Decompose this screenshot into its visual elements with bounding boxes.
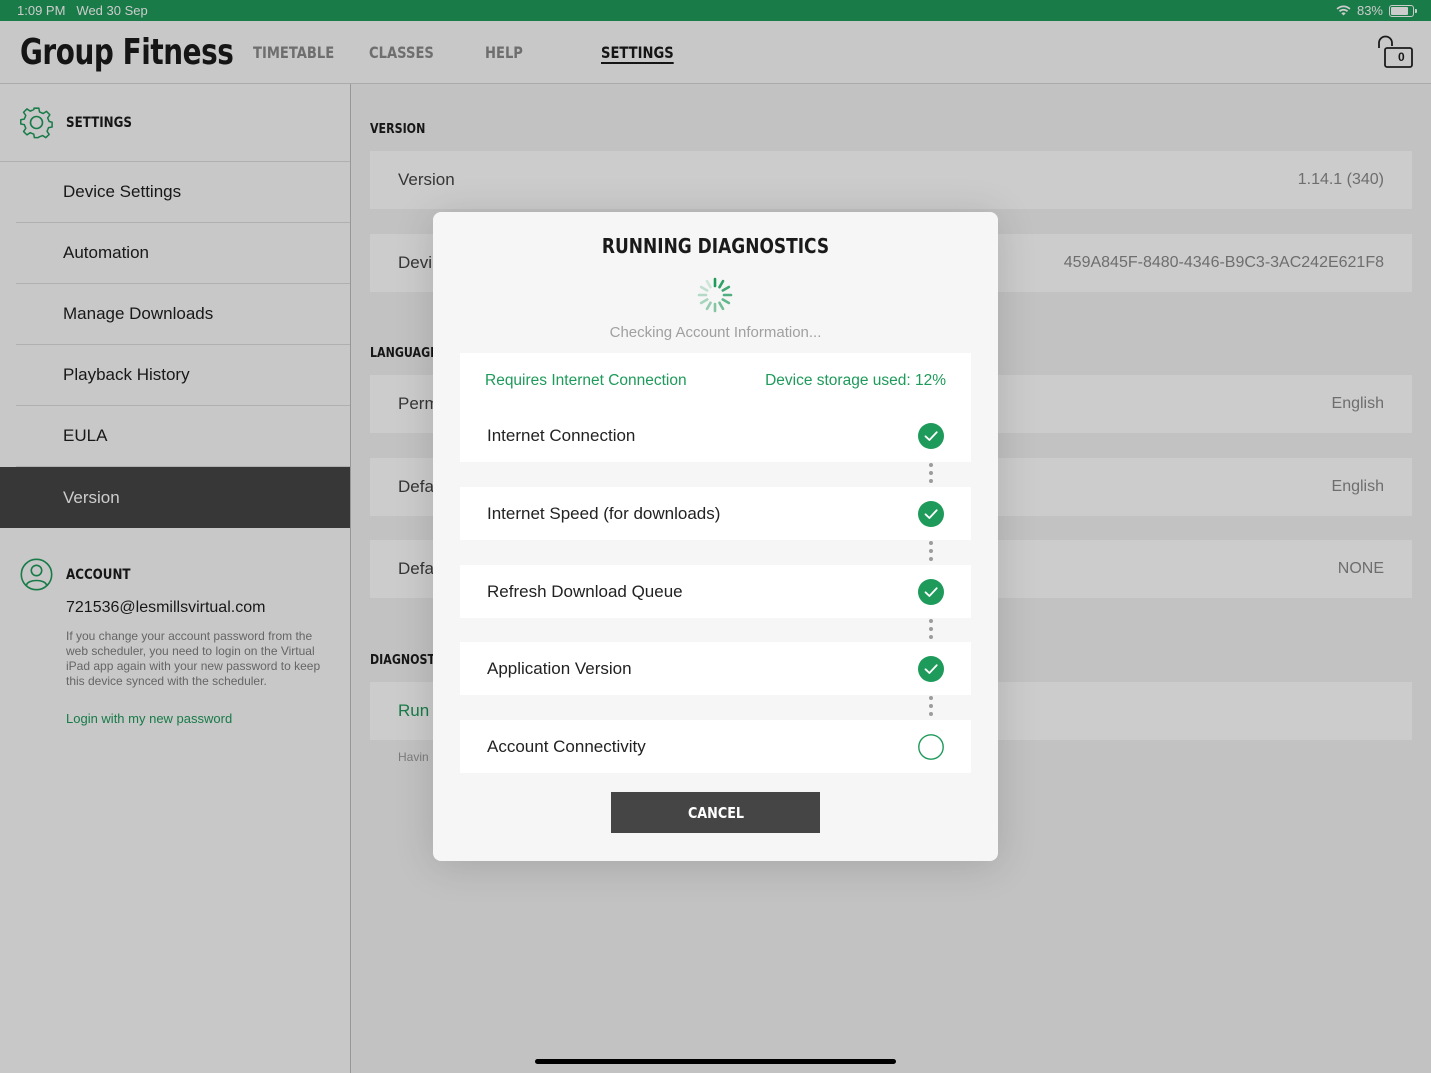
check-label: Internet Connection bbox=[487, 425, 636, 445]
connector-dots bbox=[928, 619, 934, 643]
check-label: Application Version bbox=[487, 658, 632, 678]
check-complete-icon bbox=[918, 422, 944, 449]
check-row-internet-speed: Internet Speed (for downloads) bbox=[460, 487, 971, 540]
check-row-internet-connection: Internet Connection bbox=[460, 409, 971, 462]
check-row-account-connectivity: Account Connectivity bbox=[460, 720, 971, 773]
diagnostics-modal: RUNNING DIAGNOSTICS Checking Account Inf… bbox=[433, 212, 998, 861]
loading-spinner-icon bbox=[697, 277, 733, 313]
check-pending-icon bbox=[918, 733, 944, 760]
check-row-refresh-download-queue: Refresh Download Queue bbox=[460, 565, 971, 618]
connector-dots bbox=[928, 696, 934, 720]
home-indicator bbox=[535, 1059, 896, 1064]
requires-internet-text: Requires Internet Connection bbox=[485, 372, 687, 389]
storage-used-text: Device storage used: 12% bbox=[765, 372, 946, 389]
check-complete-icon bbox=[918, 500, 944, 527]
cancel-button[interactable]: CANCEL bbox=[611, 792, 820, 833]
connector-dots bbox=[928, 463, 934, 487]
diagnostics-status-text: Checking Account Information... bbox=[609, 324, 822, 341]
modal-title: RUNNING DIAGNOSTICS bbox=[601, 234, 830, 258]
diagnostics-check-list[interactable]: Internet Connection Internet Speed (for … bbox=[460, 409, 971, 773]
cancel-button-label: CANCEL bbox=[687, 803, 744, 822]
check-label: Internet Speed (for downloads) bbox=[487, 503, 721, 523]
diagnostics-info-row: Requires Internet Connection Device stor… bbox=[460, 353, 971, 409]
check-complete-icon bbox=[918, 578, 944, 605]
connector-dots bbox=[928, 541, 934, 565]
check-row-application-version: Application Version bbox=[460, 642, 971, 695]
check-label: Account Connectivity bbox=[487, 736, 646, 756]
check-label: Refresh Download Queue bbox=[487, 581, 683, 601]
check-complete-icon bbox=[918, 655, 944, 682]
